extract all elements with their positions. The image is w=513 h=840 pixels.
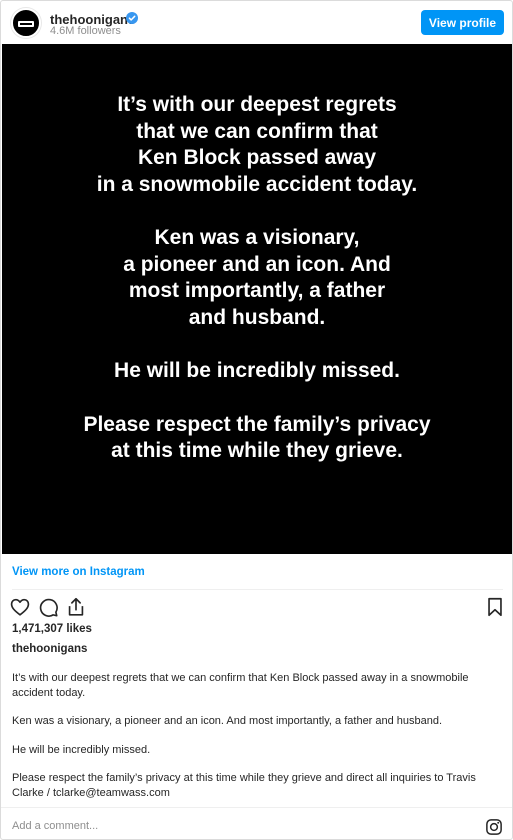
post-text-line: It’s with our deepest regrets [117, 93, 397, 116]
post-image-text: It’s with our deepest regrets that we can… [2, 92, 512, 492]
post-text-line: He will be incredibly missed. [114, 359, 400, 382]
view-more-link[interactable]: View more on Instagram [12, 566, 145, 578]
caption-paragraph: Please respect the family’s privacy at t… [12, 772, 476, 799]
comment-bar: Add a comment... [1, 807, 512, 839]
post-text-line: that we can confirm that [136, 119, 378, 143]
view-profile-button[interactable]: View profile [421, 10, 504, 35]
instagram-embed-card: thehoonigans 4.6M followers View profile… [0, 0, 513, 840]
post-text-line: Please respect the family’s privacy [83, 412, 431, 436]
post-header: thehoonigans 4.6M followers View profile [1, 1, 512, 45]
post-image[interactable]: It’s with our deepest regrets that we can… [2, 44, 512, 554]
add-comment-input[interactable]: Add a comment... [12, 820, 98, 832]
post-text-line: Ken was a visionary, [154, 226, 360, 249]
post-text-paragraph: It’s with our deepest regrets that we can… [2, 92, 512, 198]
post-text-line: a pioneer and an icon. And [123, 252, 391, 276]
comment-icon[interactable] [37, 596, 59, 618]
post-text-paragraph: He will be incredibly missed. [2, 358, 512, 385]
verified-badge-icon [126, 12, 138, 24]
post-text-line: most importantly, a father [128, 279, 386, 302]
divider [12, 589, 503, 590]
post-text-paragraph: Ken was a visionary, a pioneer and an ico… [2, 225, 512, 331]
bookmark-icon[interactable] [484, 596, 506, 618]
caption-username[interactable]: thehoonigans [12, 643, 87, 655]
caption-paragraph: It’s with our deepest regrets that we ca… [12, 672, 469, 699]
post-text-paragraph: Please respect the family’s privacy at th… [2, 412, 512, 465]
caption-text: It’s with our deepest regrets that we ca… [12, 671, 502, 814]
caption-paragraph: Ken was a visionary, a pioneer and an ic… [12, 715, 443, 727]
hoonigan-logo-icon [18, 21, 34, 27]
share-icon[interactable] [65, 596, 87, 618]
post-text-line: Ken Block passed away [137, 146, 377, 169]
like-count[interactable]: 1,471,307 likes [12, 623, 92, 635]
post-text-line: and husband. [188, 305, 326, 329]
follower-count: 4.6M followers [50, 25, 121, 37]
caption-paragraph: He will be incredibly missed. [12, 743, 151, 756]
heart-icon[interactable] [9, 596, 31, 618]
avatar[interactable] [11, 8, 41, 38]
post-text-line: in a snowmobile accident today. [96, 172, 418, 196]
instagram-icon[interactable] [485, 818, 503, 836]
post-text-line: at this time while they grieve. [111, 439, 403, 462]
